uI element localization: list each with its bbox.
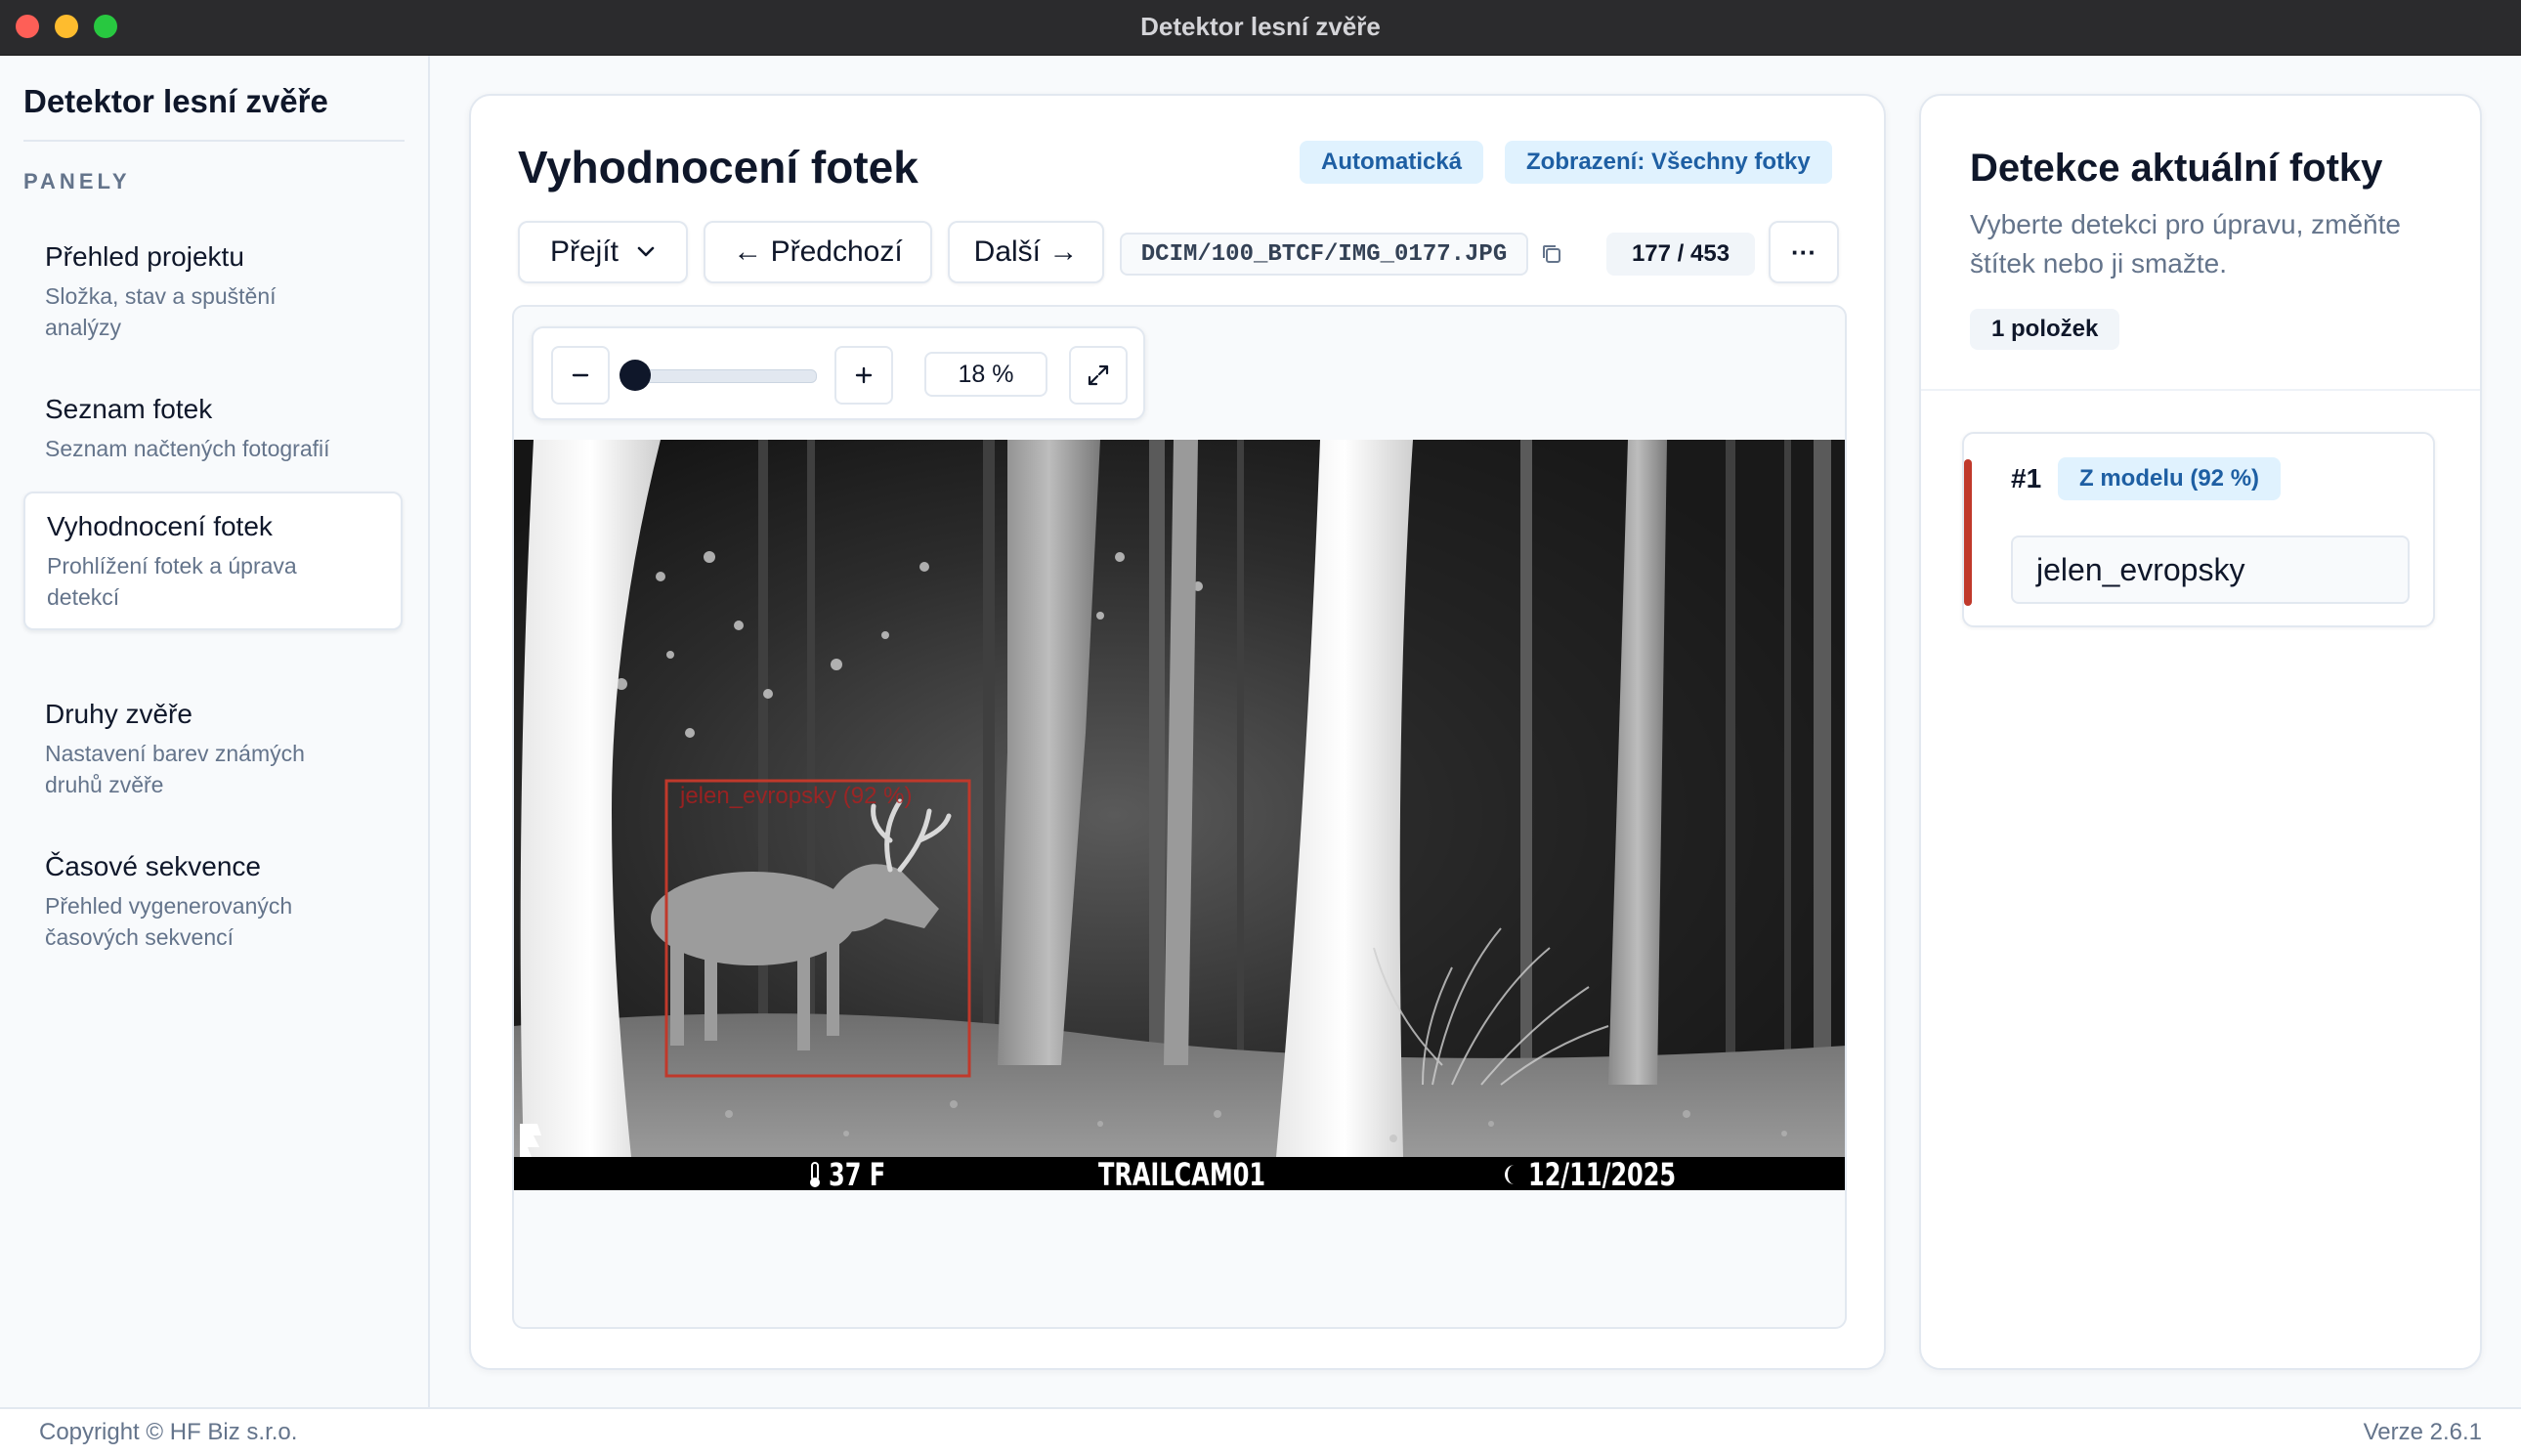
zoom-value: 18 % — [924, 352, 1047, 397]
app-name: Detektor lesní zvěře — [23, 83, 328, 119]
camera-info-strip: 37 F TRAILCAM01 12/11/2025 08:56PM — [514, 1156, 1845, 1190]
datetime-text: 12/11/2025 08:56PM — [1528, 1156, 1677, 1190]
camera-name-text: TRAILCAM01 — [1098, 1156, 1266, 1190]
photo-counter: 177 / 453 — [1606, 233, 1755, 276]
sidebar-item-description: Prohlížení fotek a úprava detekcí — [47, 553, 297, 610]
fullscreen-button[interactable] — [1069, 346, 1128, 405]
photo-image — [514, 440, 1845, 1190]
panel-divider — [1921, 389, 2480, 391]
next-photo-button[interactable]: Další → — [948, 221, 1104, 283]
previous-photo-button[interactable]: ← Předchozí — [704, 221, 932, 283]
sidebar-item-title: Časové sekvence — [45, 851, 262, 881]
sidebar: Detektor lesní zvěře PANELY Přehled proj… — [0, 56, 430, 1407]
zoom-out-button[interactable] — [551, 346, 610, 405]
sidebar-divider — [23, 140, 405, 142]
panels-heading: PANELY — [23, 169, 131, 193]
photo-evaluation-panel: Vyhodnocení fotek Automatická Zobrazení:… — [469, 94, 1886, 1370]
plus-icon — [855, 366, 873, 384]
detection-box-label: jelen_evropsky (92 %) — [680, 783, 913, 809]
sidebar-item-description: Seznam načtených fotografií — [45, 436, 330, 461]
goto-label: Přejít — [549, 236, 620, 268]
sidebar-item-title: Seznam fotek — [45, 394, 213, 424]
detection-number: #1 — [2011, 463, 2042, 493]
minus-icon — [572, 373, 589, 377]
chevron-down-icon — [636, 245, 656, 259]
temperature-text: 37 F — [829, 1156, 886, 1190]
zoom-toolbar: 18 % — [532, 326, 1145, 420]
moon-icon — [1501, 1163, 1520, 1190]
mode-badge: Automatická — [1300, 141, 1484, 184]
detection-source-badge: Z modelu (92 %) — [2058, 457, 2282, 500]
sidebar-item-species[interactable]: Druhy zvěře Nastavení barev známých druh… — [23, 681, 403, 816]
copyright-text: Copyright © HF Biz s.r.o. — [39, 1419, 298, 1445]
trail-camera-photo[interactable]: jelen_evropsky (92 %) 37 F TRAILCAM01 12… — [514, 440, 1845, 1190]
version-text: Verze 2.6.1 — [2363, 1419, 2482, 1445]
photo-viewer: 18 % jelen_evropsky (92 %) 37 F TRAILCAM… — [512, 305, 1847, 1329]
window-titlebar: Detektor lesní zvěře — [0, 0, 2521, 56]
detection-label-field[interactable]: jelen_evropsky — [2011, 535, 2410, 604]
sidebar-item-time-sequences[interactable]: Časové sekvence Přehled vygenerovaných č… — [23, 834, 403, 968]
sidebar-item-photo-list[interactable]: Seznam fotek Seznam načtených fotografií — [23, 376, 403, 480]
zoom-slider-thumb[interactable] — [620, 360, 651, 391]
detections-panel-description: Vyberte detekci pro úpravu, změňte štíte… — [1970, 209, 2401, 278]
file-path-field: DCIM/100_BTCF/IMG_0177.JPG — [1120, 233, 1528, 276]
zoom-slider-track[interactable] — [625, 369, 817, 383]
sidebar-item-project-overview[interactable]: Přehled projektu Složka, stav a spuštění… — [23, 224, 403, 359]
detections-panel: Detekce aktuální fotky Vyberte detekci p… — [1919, 94, 2482, 1370]
sidebar-item-title: Vyhodnocení fotek — [47, 511, 273, 541]
detections-count-badge: 1 položek — [1970, 309, 2120, 350]
sidebar-item-description: Nastavení barev známých druhů zvěře — [45, 741, 305, 797]
copy-icon[interactable] — [1538, 240, 1565, 268]
detections-panel-title: Detekce aktuální fotky — [1970, 147, 2383, 190]
more-options-button[interactable]: ··· — [1769, 221, 1839, 283]
expand-icon — [1088, 364, 1109, 386]
sidebar-item-description: Přehled vygenerovaných časových sekvencí — [45, 893, 293, 950]
detection-color-accent — [1964, 459, 1972, 606]
goto-dropdown-button[interactable]: Přejít — [518, 221, 688, 283]
sidebar-item-description: Složka, stav a spuštění analýzy — [45, 283, 277, 340]
sidebar-item-photo-evaluation[interactable]: Vyhodnocení fotek Prohlížení fotek a úpr… — [23, 492, 403, 630]
page-title: Vyhodnocení fotek — [518, 142, 919, 193]
footer: Copyright © HF Biz s.r.o. Verze 2.6.1 — [0, 1407, 2521, 1456]
sidebar-item-title: Druhy zvěře — [45, 699, 192, 729]
window-title: Detektor lesní zvěře — [1140, 12, 1381, 41]
detection-item[interactable]: #1 Z modelu (92 %) jelen_evropsky — [1962, 432, 2435, 627]
thermometer-icon — [807, 1161, 823, 1190]
sidebar-item-title: Přehled projektu — [45, 241, 244, 272]
zoom-in-button[interactable] — [834, 346, 893, 405]
view-filter-badge: Zobrazení: Všechny fotky — [1505, 141, 1832, 184]
